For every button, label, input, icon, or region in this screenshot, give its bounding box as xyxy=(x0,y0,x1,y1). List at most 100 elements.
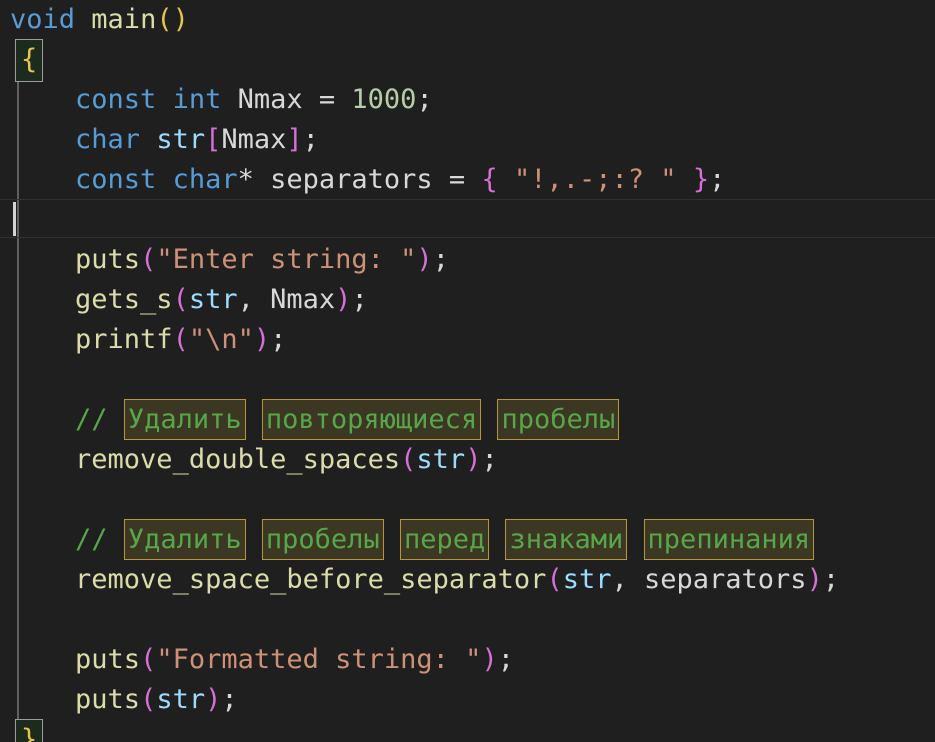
code-token: "\n" xyxy=(188,324,254,355)
code-token: puts xyxy=(75,244,141,275)
code-token: } xyxy=(692,164,710,195)
code-token: () xyxy=(156,4,189,35)
code-token: ) xyxy=(205,684,222,715)
code-token: ; xyxy=(270,324,287,355)
code-token: 1000 xyxy=(351,84,417,115)
code-line-2[interactable]: { xyxy=(0,39,935,82)
code-token: ; xyxy=(481,444,498,475)
code-token: } xyxy=(15,719,44,742)
code-token: "Enter string: " xyxy=(156,244,417,275)
code-token: , Nmax xyxy=(237,284,336,315)
code-token: ; xyxy=(432,244,449,275)
code-token: puts xyxy=(75,644,141,675)
code-line-18[interactable]: puts(str); xyxy=(0,680,935,720)
code-line-13[interactable] xyxy=(0,480,935,520)
code-line-19[interactable]: } xyxy=(0,719,935,742)
code-token: "!,.-;:? " xyxy=(513,164,677,195)
code-token: ( xyxy=(172,284,189,315)
code-token: ] xyxy=(286,124,303,155)
code-line-17[interactable]: puts("Formatted string: "); xyxy=(0,640,935,680)
code-token: int xyxy=(172,84,222,115)
text-cursor xyxy=(13,202,16,236)
code-line-9[interactable]: printf("\n"); xyxy=(0,320,935,360)
code-token: , separators xyxy=(611,564,807,595)
code-line-5[interactable]: const char* separators = { "!,.-;:? " }; xyxy=(0,160,935,200)
code-token: "Formatted string: " xyxy=(156,644,482,675)
code-token: ; xyxy=(497,644,514,675)
code-token: ; xyxy=(351,284,368,315)
code-token: // xyxy=(75,404,124,435)
code-token: Удалить xyxy=(123,399,246,440)
code-area: void main(){ const int Nmax = 1000; char… xyxy=(0,0,935,742)
code-token: ( xyxy=(546,564,563,595)
code-line-3[interactable]: const int Nmax = 1000; xyxy=(0,80,935,120)
code-token: remove_double_spaces xyxy=(75,444,401,475)
code-line-1[interactable]: void main() xyxy=(0,0,935,40)
code-token: ; xyxy=(221,684,238,715)
code-editor[interactable]: void main(){ const int Nmax = 1000; char… xyxy=(0,0,935,742)
code-token: const xyxy=(75,164,157,195)
code-token: puts xyxy=(75,684,141,715)
code-token: str xyxy=(562,564,612,595)
code-token: ) xyxy=(806,564,823,595)
code-token: ; xyxy=(416,84,433,115)
code-token: void xyxy=(10,4,76,35)
code-token: remove_space_before_separator xyxy=(75,564,547,595)
code-token: перед xyxy=(399,519,490,560)
code-token: знаками xyxy=(505,519,628,560)
code-token: str xyxy=(156,124,206,155)
code-line-12[interactable]: remove_double_spaces(str); xyxy=(0,440,935,480)
code-token: Удалить xyxy=(123,519,246,560)
code-token: ( xyxy=(140,684,157,715)
code-line-15[interactable]: remove_space_before_separator(str, separ… xyxy=(0,560,935,600)
code-token: ) xyxy=(465,444,482,475)
code-token: ( xyxy=(172,324,189,355)
code-line-6[interactable] xyxy=(0,200,935,240)
code-line-10[interactable] xyxy=(0,360,935,400)
code-token: ( xyxy=(140,644,157,675)
code-token: main xyxy=(91,4,157,35)
code-token: const xyxy=(75,84,157,115)
code-line-11[interactable]: // Удалить повторяющиеся пробелы xyxy=(0,399,935,440)
code-token: ( xyxy=(400,444,417,475)
code-token: ) xyxy=(416,244,433,275)
code-token: gets_s xyxy=(75,284,173,315)
code-token: ; xyxy=(709,164,726,195)
code-token: Nmax = xyxy=(221,84,352,115)
code-token: ; xyxy=(302,124,319,155)
code-line-8[interactable]: gets_s(str, Nmax); xyxy=(0,280,935,320)
code-token: str xyxy=(188,284,238,315)
code-line-4[interactable]: char str[Nmax]; xyxy=(0,120,935,160)
code-token: { xyxy=(15,39,44,82)
code-token: { xyxy=(481,164,498,195)
code-token: printf xyxy=(75,324,173,355)
code-line-7[interactable]: puts("Enter string: "); xyxy=(0,240,935,280)
code-token: str xyxy=(416,444,466,475)
code-token: ( xyxy=(140,244,157,275)
code-token: * separators = xyxy=(237,164,482,195)
code-token: char xyxy=(75,124,141,155)
code-token: повторяющиеся xyxy=(261,399,482,440)
code-line-14[interactable]: // Удалить пробелы перед знаками препина… xyxy=(0,519,935,560)
code-token: пробелы xyxy=(261,519,384,560)
code-line-16[interactable] xyxy=(0,600,935,640)
code-token: ) xyxy=(253,324,271,355)
code-token: препинания xyxy=(643,519,815,560)
